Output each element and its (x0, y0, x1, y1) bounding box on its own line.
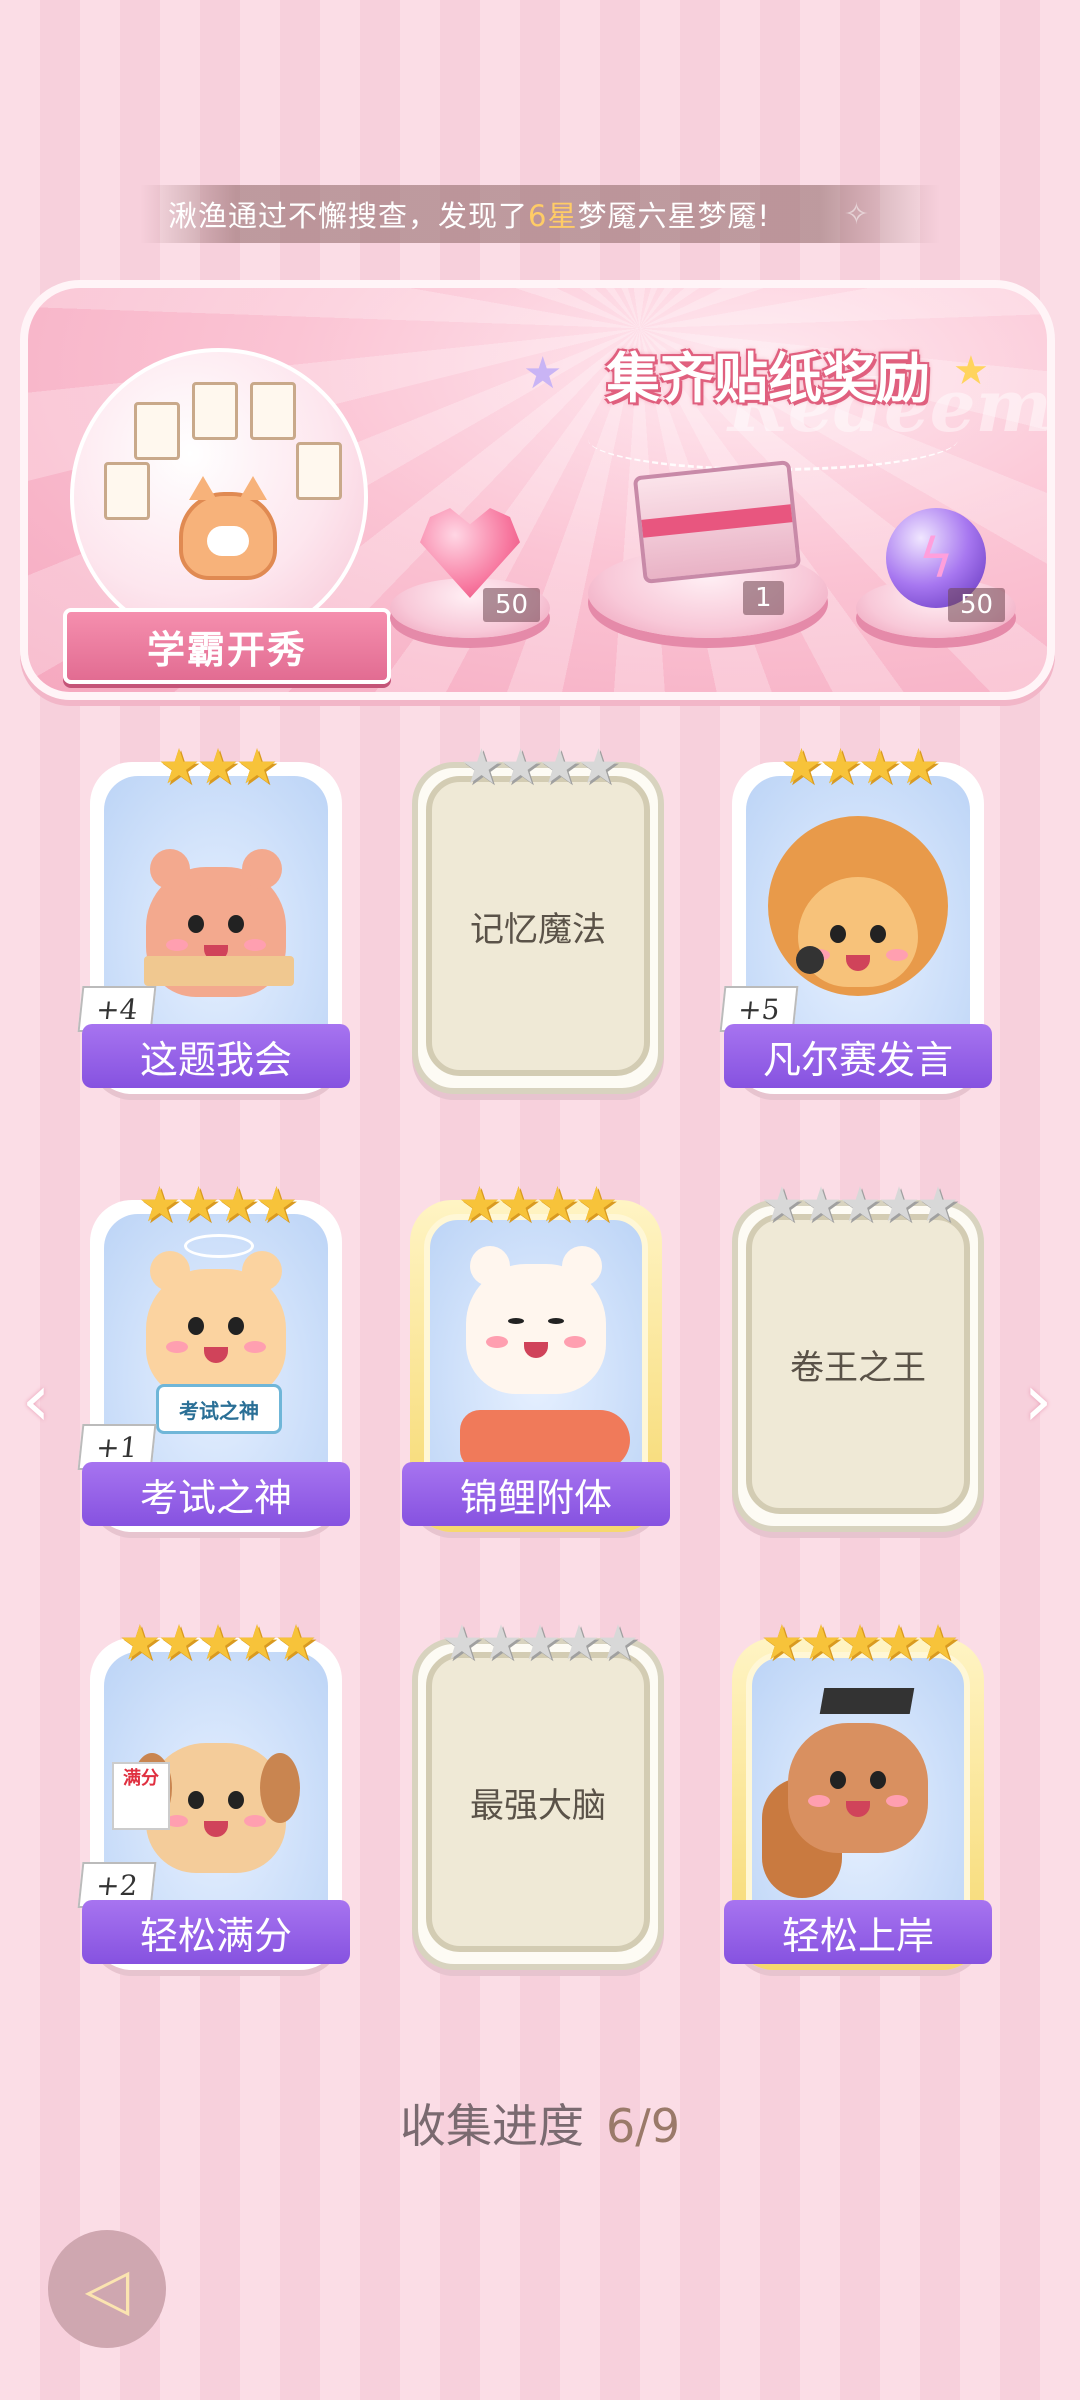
paper-icon (250, 382, 296, 440)
sticker-name: 最强大脑 (470, 1785, 606, 1826)
theme-plate: 学霸开秀 (63, 608, 391, 684)
star-rating: ★★★ (157, 739, 278, 795)
star-rating: ★★★★★ (118, 1615, 317, 1671)
sticker-card-2[interactable]: ★★★★ +5 凡尔赛发言 (719, 739, 992, 1094)
paper-icon (134, 402, 180, 460)
notice-suffix: 梦魇六星梦魇! (577, 199, 771, 233)
cat-icon (146, 1251, 286, 1399)
sticker-card-4[interactable]: ★★★★ 锦鲤附体 (402, 1177, 670, 1532)
sticker-name: 锦鲤附体 (402, 1462, 670, 1526)
paper-icon (296, 442, 342, 500)
koi-fish-icon (460, 1410, 630, 1470)
sticker-card-6[interactable]: 满分 ★★★★★ +2 轻松满分 (77, 1615, 350, 1970)
banner-title-text: 集齐贴纸奖励 (606, 346, 930, 410)
chevron-right-icon[interactable]: › (1018, 1360, 1058, 1440)
notice-highlight: 6星 (528, 199, 578, 233)
halo-icon (184, 1234, 254, 1258)
paper-icon (192, 382, 238, 440)
notice-prefix: 湫渔通过不懈搜查，发现了 (168, 199, 529, 233)
progress-label: 收集进度 (399, 2099, 584, 2153)
sticker-card-0[interactable]: ★★★ +4 这题我会 (77, 739, 350, 1094)
star-rating: ★★★★★ (440, 1615, 639, 1671)
sticker-card-8[interactable]: ★★★★★ 轻松上岸 (724, 1615, 992, 1970)
locked-sticker-art: 最强大脑 (426, 1652, 650, 1952)
star-rating: ★★★★★ (760, 1615, 959, 1671)
microphone-icon (796, 946, 824, 974)
exam-god-sign: 考试之神 (156, 1384, 282, 1434)
purple-star-icon: ★ (523, 348, 563, 399)
progress-value: 6/9 (605, 2099, 681, 2153)
collection-progress: 收集进度 6/9 (0, 2090, 1080, 2156)
reward-count-gift: 1 (743, 581, 784, 615)
sticker-card-1[interactable]: 记忆魔法 ★★★★ (412, 742, 664, 1094)
locked-sticker-art: 记忆魔法 (426, 776, 650, 1076)
sticker-name: 记忆魔法 (470, 909, 606, 950)
study-cat-globe (70, 348, 368, 646)
star-rating: ★★★★★ (760, 1177, 959, 1233)
banner-title: 集齐贴纸奖励 (558, 328, 978, 418)
desk-icon (144, 956, 294, 986)
paper-icon (104, 462, 150, 520)
star-rating: ★★★★ (137, 1177, 298, 1233)
sticker-name: 轻松满分 (82, 1900, 350, 1964)
graduation-cap-icon (819, 1688, 915, 1714)
sticker-name: 卷王之王 (790, 1347, 926, 1388)
sticker-card-3[interactable]: 考试之神 ★★★★ +1 考试之神 (77, 1177, 350, 1532)
squirrel-icon (788, 1722, 928, 1853)
full-score-paper: 满分 (112, 1762, 170, 1830)
discovery-notice: 湫渔通过不懈搜查，发现了 6星 梦魇六星梦魇! ✧ (140, 185, 940, 243)
sticker-name: 轻松上岸 (724, 1900, 992, 1964)
chevron-left-icon[interactable]: ‹ (16, 1360, 56, 1440)
back-button[interactable]: ◁ (48, 2230, 166, 2348)
theme-plate-text: 学霸开秀 (146, 627, 307, 672)
star-rating: ★★★★ (779, 739, 940, 795)
locked-sticker-art: 卷王之王 (746, 1214, 970, 1514)
star-rating: ★★★★ (459, 739, 620, 795)
sticker-name: 这题我会 (82, 1024, 350, 1088)
sticker-card-5[interactable]: 卷王之王 ★★★★★ (732, 1180, 984, 1532)
polar-bear-icon (466, 1246, 606, 1395)
sparkle-icon: ✧ (843, 197, 870, 232)
gift-box-icon[interactable] (632, 460, 802, 584)
reward-banner: Redeem ★ 集齐贴纸奖励 ★ 学霸开秀 50 1 ϟ 50 (20, 280, 1055, 700)
back-arrow-icon: ◁ (84, 2255, 130, 2323)
reward-count-heart: 50 (483, 588, 541, 622)
cat-icon (179, 476, 277, 580)
sticker-name: 凡尔赛发言 (724, 1024, 992, 1088)
gold-star-icon: ★ (953, 348, 989, 394)
reward-count-orb: 50 (948, 588, 1006, 622)
sticker-name: 考试之神 (82, 1462, 350, 1526)
star-rating: ★★★★ (457, 1177, 618, 1233)
sticker-card-7[interactable]: 最强大脑 ★★★★★ (412, 1618, 664, 1970)
